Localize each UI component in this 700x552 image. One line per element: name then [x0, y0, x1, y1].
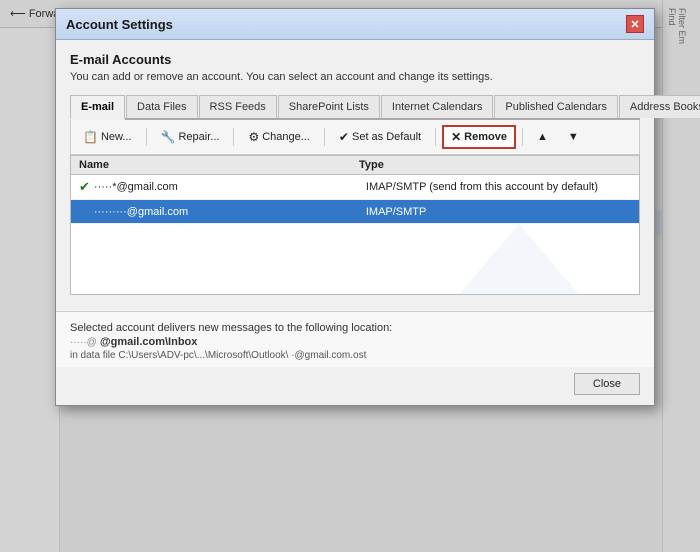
repair-button[interactable]: 🔧 Repair... — [153, 126, 228, 148]
section-title: E-mail Accounts — [70, 52, 640, 67]
table-row[interactable]: ✔ ·····*@gmail.com IMAP/SMTP (send from … — [71, 175, 639, 200]
new-label: New... — [101, 131, 132, 143]
tab-sharepoint[interactable]: SharePoint Lists — [278, 95, 380, 118]
info-row-path: in data file C:\Users\ADV-pc\...\Microso… — [70, 350, 640, 361]
table-row[interactable]: ·········@gmail.com IMAP/SMTP — [71, 200, 639, 224]
change-label: Change... — [262, 131, 310, 143]
account-list-area: ✔ ·····*@gmail.com IMAP/SMTP (send from … — [71, 175, 639, 294]
toolbar-sep-2 — [233, 128, 234, 146]
change-icon: ⚙ — [248, 130, 259, 144]
move-down-button[interactable]: ▼ — [560, 127, 587, 147]
remove-icon: ✕ — [451, 130, 461, 144]
info-row-inbox: ·····@ @gmail.com\Inbox — [70, 336, 640, 348]
dialog-close-button[interactable]: Close — [574, 373, 640, 395]
set-default-button[interactable]: ✔ Set as Default — [331, 126, 429, 148]
remove-label: Remove — [464, 131, 507, 143]
dialog-footer: Close — [56, 367, 654, 405]
default-label: Set as Default — [352, 131, 421, 143]
info-row-desc: Selected account delivers new messages t… — [70, 322, 640, 334]
account-type-1: IMAP/SMTP (send from this account by def… — [366, 181, 631, 193]
new-button[interactable]: 📋 New... — [75, 126, 140, 148]
up-arrow-icon: ▲ — [537, 131, 548, 143]
tab-published-cal[interactable]: Published Calendars — [494, 95, 618, 118]
tab-email[interactable]: E-mail — [70, 95, 125, 120]
info-prefix: ·····@ — [70, 337, 97, 348]
info-inbox: @gmail.com\Inbox — [100, 336, 198, 348]
account-list-header: Name Type — [71, 156, 639, 175]
change-button[interactable]: ⚙ Change... — [240, 126, 317, 148]
dialog-titlebar: Account Settings ✕ — [56, 9, 654, 40]
repair-icon: 🔧 — [161, 130, 176, 144]
info-ost-text: ·@gmail.com.ost — [291, 350, 366, 361]
section-desc: You can add or remove an account. You ca… — [70, 71, 640, 83]
repair-label: Repair... — [178, 131, 219, 143]
tab-data-files[interactable]: Data Files — [126, 95, 198, 118]
close-icon[interactable]: ✕ — [626, 15, 644, 33]
dialog-title: Account Settings — [66, 17, 173, 32]
tab-address-books[interactable]: Address Books — [619, 95, 700, 118]
no-check-icon — [79, 204, 90, 219]
toolbar-sep-3 — [324, 128, 325, 146]
info-path-text: in data file C:\Users\ADV-pc\...\Microso… — [70, 350, 288, 361]
account-name-1: ·····*@gmail.com — [94, 181, 366, 193]
col-type-header: Type — [359, 159, 631, 171]
account-type-2: IMAP/SMTP — [366, 206, 631, 218]
new-icon: 📋 — [83, 130, 98, 144]
tab-internet-cal[interactable]: Internet Calendars — [381, 95, 494, 118]
toolbar-sep-1 — [146, 128, 147, 146]
remove-button[interactable]: ✕ Remove — [442, 125, 516, 149]
col-name-header: Name — [79, 159, 359, 171]
toolbar-sep-5 — [522, 128, 523, 146]
tab-rss-feeds[interactable]: RSS Feeds — [199, 95, 277, 118]
account-toolbar: 📋 New... 🔧 Repair... ⚙ Change... ✔ Set a… — [70, 120, 640, 155]
bottom-info-section: Selected account delivers new messages t… — [56, 311, 654, 367]
account-name-2: ·········@gmail.com — [94, 206, 366, 218]
check-icon: ✔ — [339, 130, 349, 144]
account-settings-dialog: Account Settings ✕ E-mail Accounts You c… — [55, 8, 655, 406]
account-list: Name Type ✔ ·····*@gmail.com IMAP/SMTP (… — [70, 155, 640, 295]
default-check-icon: ✔ — [79, 179, 90, 195]
move-up-button[interactable]: ▲ — [529, 127, 556, 147]
down-arrow-icon: ▼ — [568, 131, 579, 143]
tabs-container: E-mail Data Files RSS Feeds SharePoint L… — [70, 95, 640, 120]
toolbar-sep-4 — [435, 128, 436, 146]
info-desc-text: Selected account delivers new messages t… — [70, 322, 392, 334]
